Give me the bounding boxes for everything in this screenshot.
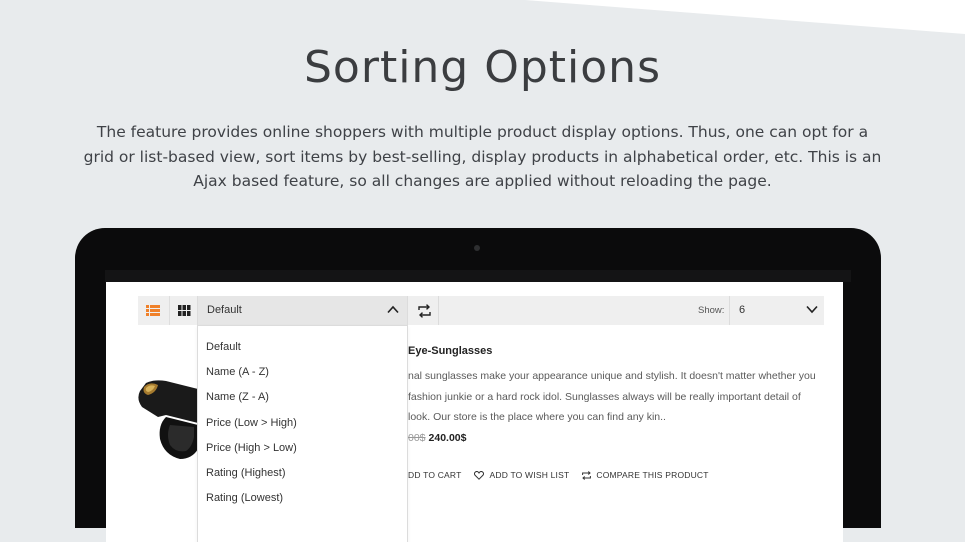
sort-select[interactable]: Default bbox=[197, 296, 408, 325]
camera-dot bbox=[474, 245, 480, 251]
product-description: nal sunglasses make your appearance uniq… bbox=[408, 370, 816, 423]
list-view-icon bbox=[145, 305, 160, 316]
list-view-button[interactable] bbox=[138, 296, 167, 325]
sort-option-name-desc[interactable]: Name (Z - A) bbox=[206, 391, 269, 403]
product-image[interactable] bbox=[136, 377, 198, 487]
product-price: 00$ 240.00$ bbox=[408, 432, 467, 444]
product-actions: DD TO CART ADD TO WISH LIST COMPARE THIS… bbox=[408, 470, 722, 480]
add-to-wishlist-label: ADD TO WISH LIST bbox=[489, 470, 570, 480]
show-label: Show: bbox=[698, 305, 725, 316]
sort-direction-button[interactable] bbox=[410, 296, 439, 325]
sort-option-default[interactable]: Default bbox=[206, 341, 241, 353]
chevron-up-icon bbox=[387, 305, 399, 314]
swap-icon bbox=[417, 303, 431, 318]
laptop-screen: Default Show: 6 Default Name (A - Z) Nam… bbox=[106, 282, 843, 542]
old-price: 00$ bbox=[408, 432, 426, 444]
grid-view-icon bbox=[177, 305, 190, 316]
sort-option-name-asc[interactable]: Name (A - Z) bbox=[206, 366, 269, 378]
product-title[interactable]: Eye-Sunglasses bbox=[408, 345, 492, 357]
sort-toolbar: Default Show: 6 bbox=[138, 296, 824, 325]
add-to-cart-label: DD TO CART bbox=[408, 470, 462, 480]
sort-option-rating-low[interactable]: Rating (Lowest) bbox=[206, 492, 283, 504]
sort-dropdown-menu: Default Name (A - Z) Name (Z - A) Price … bbox=[197, 325, 408, 542]
sort-option-rating-high[interactable]: Rating (Highest) bbox=[206, 467, 285, 479]
compare-label: COMPARE THIS PRODUCT bbox=[596, 470, 709, 480]
new-price: 240.00$ bbox=[428, 432, 467, 444]
heart-icon bbox=[474, 470, 485, 480]
compare-button[interactable]: COMPARE THIS PRODUCT bbox=[582, 470, 708, 480]
compare-icon bbox=[582, 470, 592, 480]
show-count-select[interactable]: 6 bbox=[729, 296, 824, 325]
sort-option-price-asc[interactable]: Price (Low > High) bbox=[206, 417, 297, 429]
page-description: The feature provides online shoppers wit… bbox=[83, 123, 882, 190]
chevron-down-icon bbox=[806, 305, 818, 314]
page-title: Sorting Options bbox=[304, 42, 661, 93]
add-to-wishlist-button[interactable]: ADD TO WISH LIST bbox=[474, 470, 569, 480]
laptop-mockup: Default Show: 6 Default Name (A - Z) Nam… bbox=[75, 228, 881, 542]
add-to-cart-button[interactable]: DD TO CART bbox=[408, 470, 461, 480]
sort-selected-value: Default bbox=[207, 304, 242, 316]
sort-option-price-desc[interactable]: Price (High > Low) bbox=[206, 442, 297, 454]
grid-view-button[interactable] bbox=[169, 296, 198, 325]
show-count-value: 6 bbox=[739, 304, 746, 316]
screen-bezel bbox=[105, 270, 851, 282]
